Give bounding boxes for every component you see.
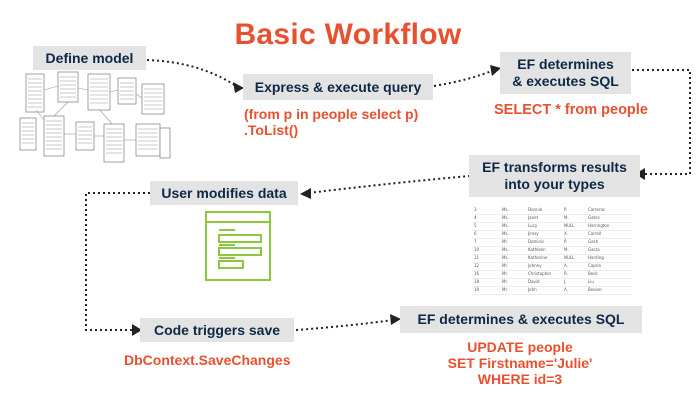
connector-user-to-code <box>85 192 150 331</box>
connector-ef-to-transform <box>632 69 691 175</box>
select-sql-text: SELECT * from people <box>494 102 648 118</box>
table-cell: Beck <box>588 271 598 276</box>
table-cell: 18 <box>474 279 480 284</box>
table-cell: Mr. <box>502 279 508 284</box>
code-triggers-label: Code triggers save <box>153 321 281 338</box>
table-cell: 3 <box>474 207 477 212</box>
form-icon <box>205 211 271 281</box>
table-cell: John <box>528 287 537 292</box>
connector-query-to-ef <box>433 69 495 87</box>
table-cell: Jimsy <box>528 231 539 236</box>
table-cell: Johnny <box>528 263 542 268</box>
ef-transforms-line2: into your types <box>504 176 605 192</box>
table-cell: Mr. <box>502 287 508 292</box>
table-cell: P. <box>564 239 568 244</box>
linq-query-code: (from p in people select p) .ToList() <box>244 106 418 138</box>
ef-determines-save-label: EF determines & executes SQL <box>417 311 625 327</box>
ef-determines-save-box: EF determines & executes SQL <box>400 306 642 333</box>
table-cell: Caprio <box>588 263 601 268</box>
table-cell: 16 <box>474 271 480 276</box>
table-cell: 11 <box>474 255 480 260</box>
table-cell: Christopher <box>528 271 552 276</box>
table-cell: Mr. <box>502 271 508 276</box>
ef-determines-box: EF determines & executes SQL <box>500 52 631 94</box>
table-cell: Ms. <box>502 255 509 260</box>
connector-code-to-save <box>295 319 394 331</box>
table-cell: 6 <box>474 231 477 236</box>
table-cell: NULL <box>564 223 575 228</box>
user-modifies-box: User modifies data <box>150 181 298 205</box>
table-row: 19 Mr. John A. Beaver <box>472 286 632 295</box>
table-cell: A. <box>564 287 568 292</box>
update-sql-line3: WHERE id=3 <box>477 371 563 387</box>
code-triggers-box: Code triggers save <box>140 318 294 342</box>
table-cell: 7 <box>474 239 477 244</box>
schema-diagram-icon <box>19 71 171 163</box>
table-cell: Ms. <box>502 231 509 236</box>
arrow-head-user <box>300 188 311 199</box>
table-cell: Lucy <box>528 223 538 228</box>
define-model-label: Define model <box>45 49 134 66</box>
express-query-box: Express & execute query <box>243 74 433 100</box>
workflow-diagram: Basic Workflow Define model Express & ex… <box>0 0 696 401</box>
user-modifies-label: User modifies data <box>161 184 287 201</box>
table-cell: Carroll <box>588 231 602 236</box>
ef-transforms-box: EF transforms results into your types <box>469 155 640 197</box>
table-cell: 4 <box>474 215 477 220</box>
table-cell: 19 <box>474 287 480 292</box>
table-cell: P. <box>564 207 568 212</box>
table-cell: Ms. <box>502 207 509 212</box>
table-cell: Katherine <box>528 255 548 260</box>
table-cell: Dominic <box>528 239 545 244</box>
table-cell: Ms. <box>502 247 509 252</box>
table-cell: M. <box>564 247 569 252</box>
table-cell: M. <box>564 215 569 220</box>
linq-query-line1: (from p in people select p) <box>244 106 419 122</box>
ef-transforms-line1: EF transforms results <box>482 159 627 175</box>
table-cell: Garza <box>588 247 600 252</box>
table-cell: Mr. <box>502 239 508 244</box>
table-cell: Ms. <box>502 223 509 228</box>
table-cell: Gash <box>588 239 599 244</box>
table-cell: Harding <box>588 255 604 260</box>
define-model-box: Define model <box>33 46 146 70</box>
update-sql-line2: SET Firstname='Julie' <box>447 355 593 371</box>
table-cell: 10 <box>474 247 480 252</box>
result-table-icon: 3 Ms. Donnie P. Carreras 4 Ms. Janet M. Gates 5 Ms.… <box>472 206 632 296</box>
table-cell: 12 <box>474 263 480 268</box>
table-cell: Beaver <box>588 287 603 292</box>
table-cell: Ms. <box>502 215 509 220</box>
connector-transform-to-user <box>307 175 471 194</box>
table-cell: A. <box>564 263 568 268</box>
save-changes-code: DbContext.SaveChanges <box>124 352 291 368</box>
express-query-label: Express & execute query <box>254 78 422 95</box>
table-cell: David <box>528 279 540 284</box>
table-cell: Harrington <box>588 223 610 228</box>
update-sql-line1: UPDATE people <box>467 339 573 355</box>
table-cell: Mr. <box>502 263 508 268</box>
table-cell: NULL <box>564 255 575 260</box>
table-cell: X. <box>564 231 569 236</box>
update-sql-code: UPDATE people SET Firstname='Julie' WHER… <box>420 339 620 387</box>
linq-query-line2: .ToList() <box>244 122 299 138</box>
table-cell: Donnie <box>528 207 543 212</box>
ef-determines-line1: EF determines <box>517 56 614 72</box>
table-cell: Liu <box>588 279 594 284</box>
table-cell: Janet <box>528 215 539 220</box>
table-cell: R. <box>564 271 568 276</box>
table-cell: 5 <box>474 223 477 228</box>
ef-determines-line2: & executes SQL <box>512 73 619 89</box>
table-cell: Carreras <box>588 207 606 212</box>
table-cell: J. <box>564 279 567 284</box>
table-cell: Kathleen <box>528 247 546 252</box>
table-cell: Gates <box>588 215 600 220</box>
